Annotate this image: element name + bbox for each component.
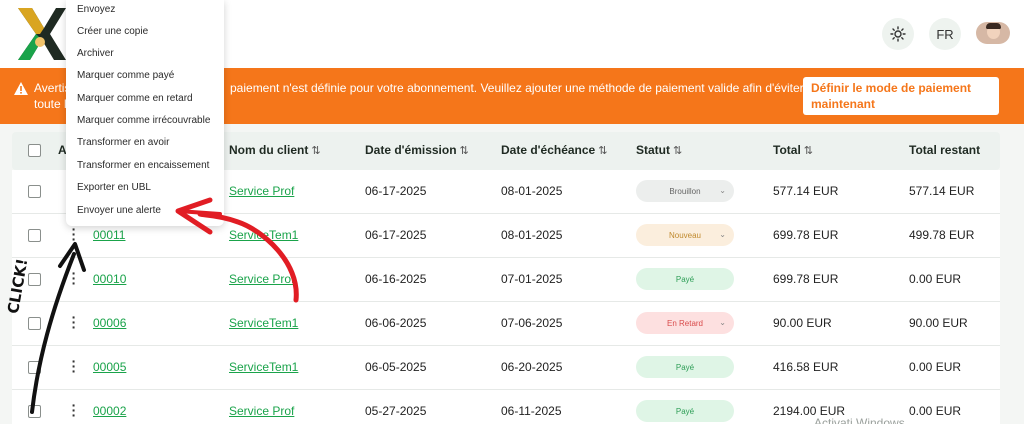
row-checkbox[interactable] [28, 229, 41, 242]
total-amount: 699.78 EUR [773, 228, 839, 242]
row-menu-kebab-icon[interactable]: · · · [70, 222, 78, 246]
menu-item-0[interactable]: Envoyez [77, 4, 115, 15]
status-label: Brouillon [669, 186, 701, 196]
table-row[interactable]: · · · 00006 ServiceTem1 06-06-2025 07-06-2025 E… [12, 302, 1000, 346]
invoice-number-link[interactable]: 00002 [93, 404, 126, 418]
due-date: 07-06-2025 [501, 316, 563, 330]
status-label: En Retard [666, 318, 704, 328]
set-payment-method-button[interactable]: Définir le mode de paiement maintenant [803, 77, 999, 115]
header-due-date[interactable]: Date d'échéance ⇅ [501, 143, 607, 157]
remaining-amount: 90.00 EUR [909, 316, 968, 330]
status-label: Payé [675, 406, 695, 416]
sort-icon: ⇅ [598, 145, 608, 157]
issue-date: 06-05-2025 [365, 360, 427, 374]
theme-toggle-button[interactable] [882, 18, 914, 50]
total-amount: 699.78 EUR [773, 272, 839, 286]
menu-item-8[interactable]: Exporter en UBL [77, 182, 151, 193]
row-checkbox[interactable] [28, 317, 41, 330]
client-name-link[interactable]: Service Prof [229, 272, 294, 286]
remaining-amount: 577.14 EUR [909, 184, 975, 198]
invoice-number-link[interactable]: 00005 [93, 360, 126, 374]
sort-icon: ⇅ [673, 145, 683, 157]
row-menu-kebab-icon[interactable]: · · · [70, 354, 78, 378]
issue-date: 06-16-2025 [365, 272, 427, 286]
status-badge[interactable]: Nouveau ⌄ [636, 224, 734, 246]
issue-date: 06-06-2025 [365, 316, 427, 330]
chevron-down-icon: ⌄ [719, 318, 726, 327]
header-client[interactable]: Nom du client ⇅ [229, 143, 321, 157]
banner-text-start: Avertis [34, 81, 71, 95]
status-label: Payé [675, 274, 695, 284]
status-badge[interactable]: Payé [636, 400, 734, 422]
status-badge[interactable]: Payé [636, 356, 734, 378]
row-checkbox[interactable] [28, 361, 41, 374]
due-date: 08-01-2025 [501, 184, 563, 198]
status-label: Nouveau [668, 230, 702, 240]
menu-item-9[interactable]: Envoyer une alerte [77, 205, 161, 216]
status-badge[interactable]: Payé [636, 268, 734, 290]
menu-item-7[interactable]: Transformer en encaissement [77, 160, 209, 171]
header-status[interactable]: Statut ⇅ [636, 143, 682, 157]
sun-icon [890, 26, 906, 42]
status-badge[interactable]: En Retard ⌄ [636, 312, 734, 334]
total-amount: 416.58 EUR [773, 360, 839, 374]
row-menu-kebab-icon[interactable]: · · · [70, 266, 78, 290]
client-name-link[interactable]: ServiceTem1 [229, 228, 298, 242]
menu-item-6[interactable]: Transformer en avoir [77, 137, 169, 148]
remaining-amount: 0.00 EUR [909, 272, 962, 286]
row-checkbox[interactable] [28, 405, 41, 418]
remaining-amount: 0.00 EUR [909, 360, 962, 374]
user-avatar[interactable] [976, 22, 1010, 44]
row-checkbox[interactable] [28, 185, 41, 198]
due-date: 08-01-2025 [501, 228, 563, 242]
sort-icon: ⇅ [803, 145, 813, 157]
total-amount: 90.00 EUR [773, 316, 832, 330]
invoice-number-link[interactable]: 00010 [93, 272, 126, 286]
due-date: 06-11-2025 [501, 404, 562, 418]
chevron-down-icon: ⌄ [719, 230, 726, 239]
client-name-link[interactable]: Service Prof [229, 404, 294, 418]
status-label: Payé [675, 362, 695, 372]
row-menu-kebab-icon[interactable]: · · · [70, 398, 78, 422]
menu-item-2[interactable]: Archiver [77, 48, 114, 59]
menu-item-4[interactable]: Marquer comme en retard [77, 93, 193, 104]
client-name-link[interactable]: Service Prof [229, 184, 294, 198]
app-logo[interactable] [14, 6, 66, 60]
banner-text-middle: paiement n'est définie pour votre abonne… [230, 81, 804, 95]
issue-date: 05-27-2025 [365, 404, 427, 418]
sort-icon: ⇅ [459, 145, 469, 157]
windows-watermark: Activati Windows [814, 416, 905, 424]
warning-icon [14, 82, 28, 95]
due-date: 07-01-2025 [501, 272, 563, 286]
menu-item-3[interactable]: Marquer comme payé [77, 70, 174, 81]
select-all-checkbox[interactable] [28, 144, 41, 157]
row-actions-menu: Envoyez Créer une copie Archiver Marquer co… [66, 0, 224, 226]
menu-item-1[interactable]: Créer une copie [77, 26, 148, 37]
row-checkbox[interactable] [28, 273, 41, 286]
table-row[interactable]: · · · 00010 Service Prof 06-16-2025 07-01-2025… [12, 258, 1000, 302]
chevron-down-icon: ⌄ [719, 186, 726, 195]
remaining-amount: 0.00 EUR [909, 404, 962, 418]
due-date: 06-20-2025 [501, 360, 563, 374]
header-remaining: Total restant [909, 143, 981, 157]
issue-date: 06-17-2025 [365, 184, 427, 198]
sort-icon: ⇅ [311, 145, 321, 157]
remaining-amount: 499.78 EUR [909, 228, 975, 242]
table-row[interactable]: · · · 00005 ServiceTem1 06-05-2025 06-20-2025 P… [12, 346, 1000, 390]
language-button[interactable]: FR [929, 18, 961, 50]
client-name-link[interactable]: ServiceTem1 [229, 316, 298, 330]
status-badge[interactable]: Brouillon ⌄ [636, 180, 734, 202]
row-menu-kebab-icon[interactable]: · · · [70, 310, 78, 334]
header-issue-date[interactable]: Date d'émission ⇅ [365, 143, 469, 157]
client-name-link[interactable]: ServiceTem1 [229, 360, 298, 374]
banner-text-line2: toute l [34, 97, 67, 111]
total-amount: 577.14 EUR [773, 184, 839, 198]
invoice-number-link[interactable]: 00011 [93, 228, 125, 242]
issue-date: 06-17-2025 [365, 228, 427, 242]
header-total[interactable]: Total ⇅ [773, 143, 813, 157]
invoice-number-link[interactable]: 00006 [93, 316, 126, 330]
menu-item-5[interactable]: Marquer comme irrécouvrable [77, 115, 210, 126]
